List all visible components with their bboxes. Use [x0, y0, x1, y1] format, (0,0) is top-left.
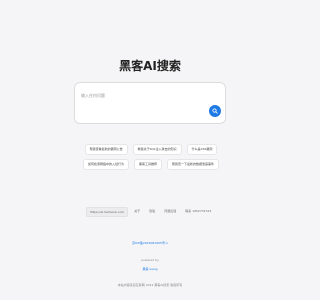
suggestion-list: 帮我查看最新的漏洞公告 教我关于SQL注入攻击的知识 什么是XSS漏洞 如何检测…: [76, 144, 226, 170]
privacy-link[interactable]: 隐私: [146, 207, 158, 217]
contact-link[interactable]: 联系 1952731313: [182, 207, 214, 217]
suggestion-chip[interactable]: 帮我查看最新的漏洞公告: [84, 144, 128, 155]
powered-by-text: powered by: [141, 258, 159, 262]
domain-link[interactable]: https://ai.hackerai.com: [85, 207, 129, 217]
suggestion-chip[interactable]: 教我关于SQL注入攻击的知识: [132, 144, 182, 155]
search-box: [74, 82, 226, 124]
search-icon: [212, 108, 218, 114]
search-button[interactable]: [209, 105, 221, 117]
suggestion-chip[interactable]: 帮我查一下最新的数据泄露事件: [167, 159, 220, 170]
icp-link[interactable]: 京ICP备2024081605号-1: [0, 241, 300, 245]
search-input[interactable]: [81, 89, 201, 101]
support-link[interactable]: 问题反馈: [161, 207, 179, 217]
about-link[interactable]: 关于: [131, 207, 143, 217]
footer-links: https://ai.hackerai.com 关于 隐私 问题反馈 联系 19…: [0, 207, 300, 217]
suggestion-chip[interactable]: 什么是XSS漏洞: [186, 144, 218, 155]
suggestion-chip[interactable]: 如何检测网络中的入侵行为: [82, 159, 129, 170]
copyright-text: 本站内容来自互联网 2024 黑客AI搜索 版权所有: [117, 283, 183, 287]
suggestion-chip[interactable]: 黑客工具推荐: [133, 159, 162, 170]
page-title: 黑客AI搜索: [119, 59, 181, 73]
brand-link[interactable]: 黑客 wang: [0, 267, 300, 271]
